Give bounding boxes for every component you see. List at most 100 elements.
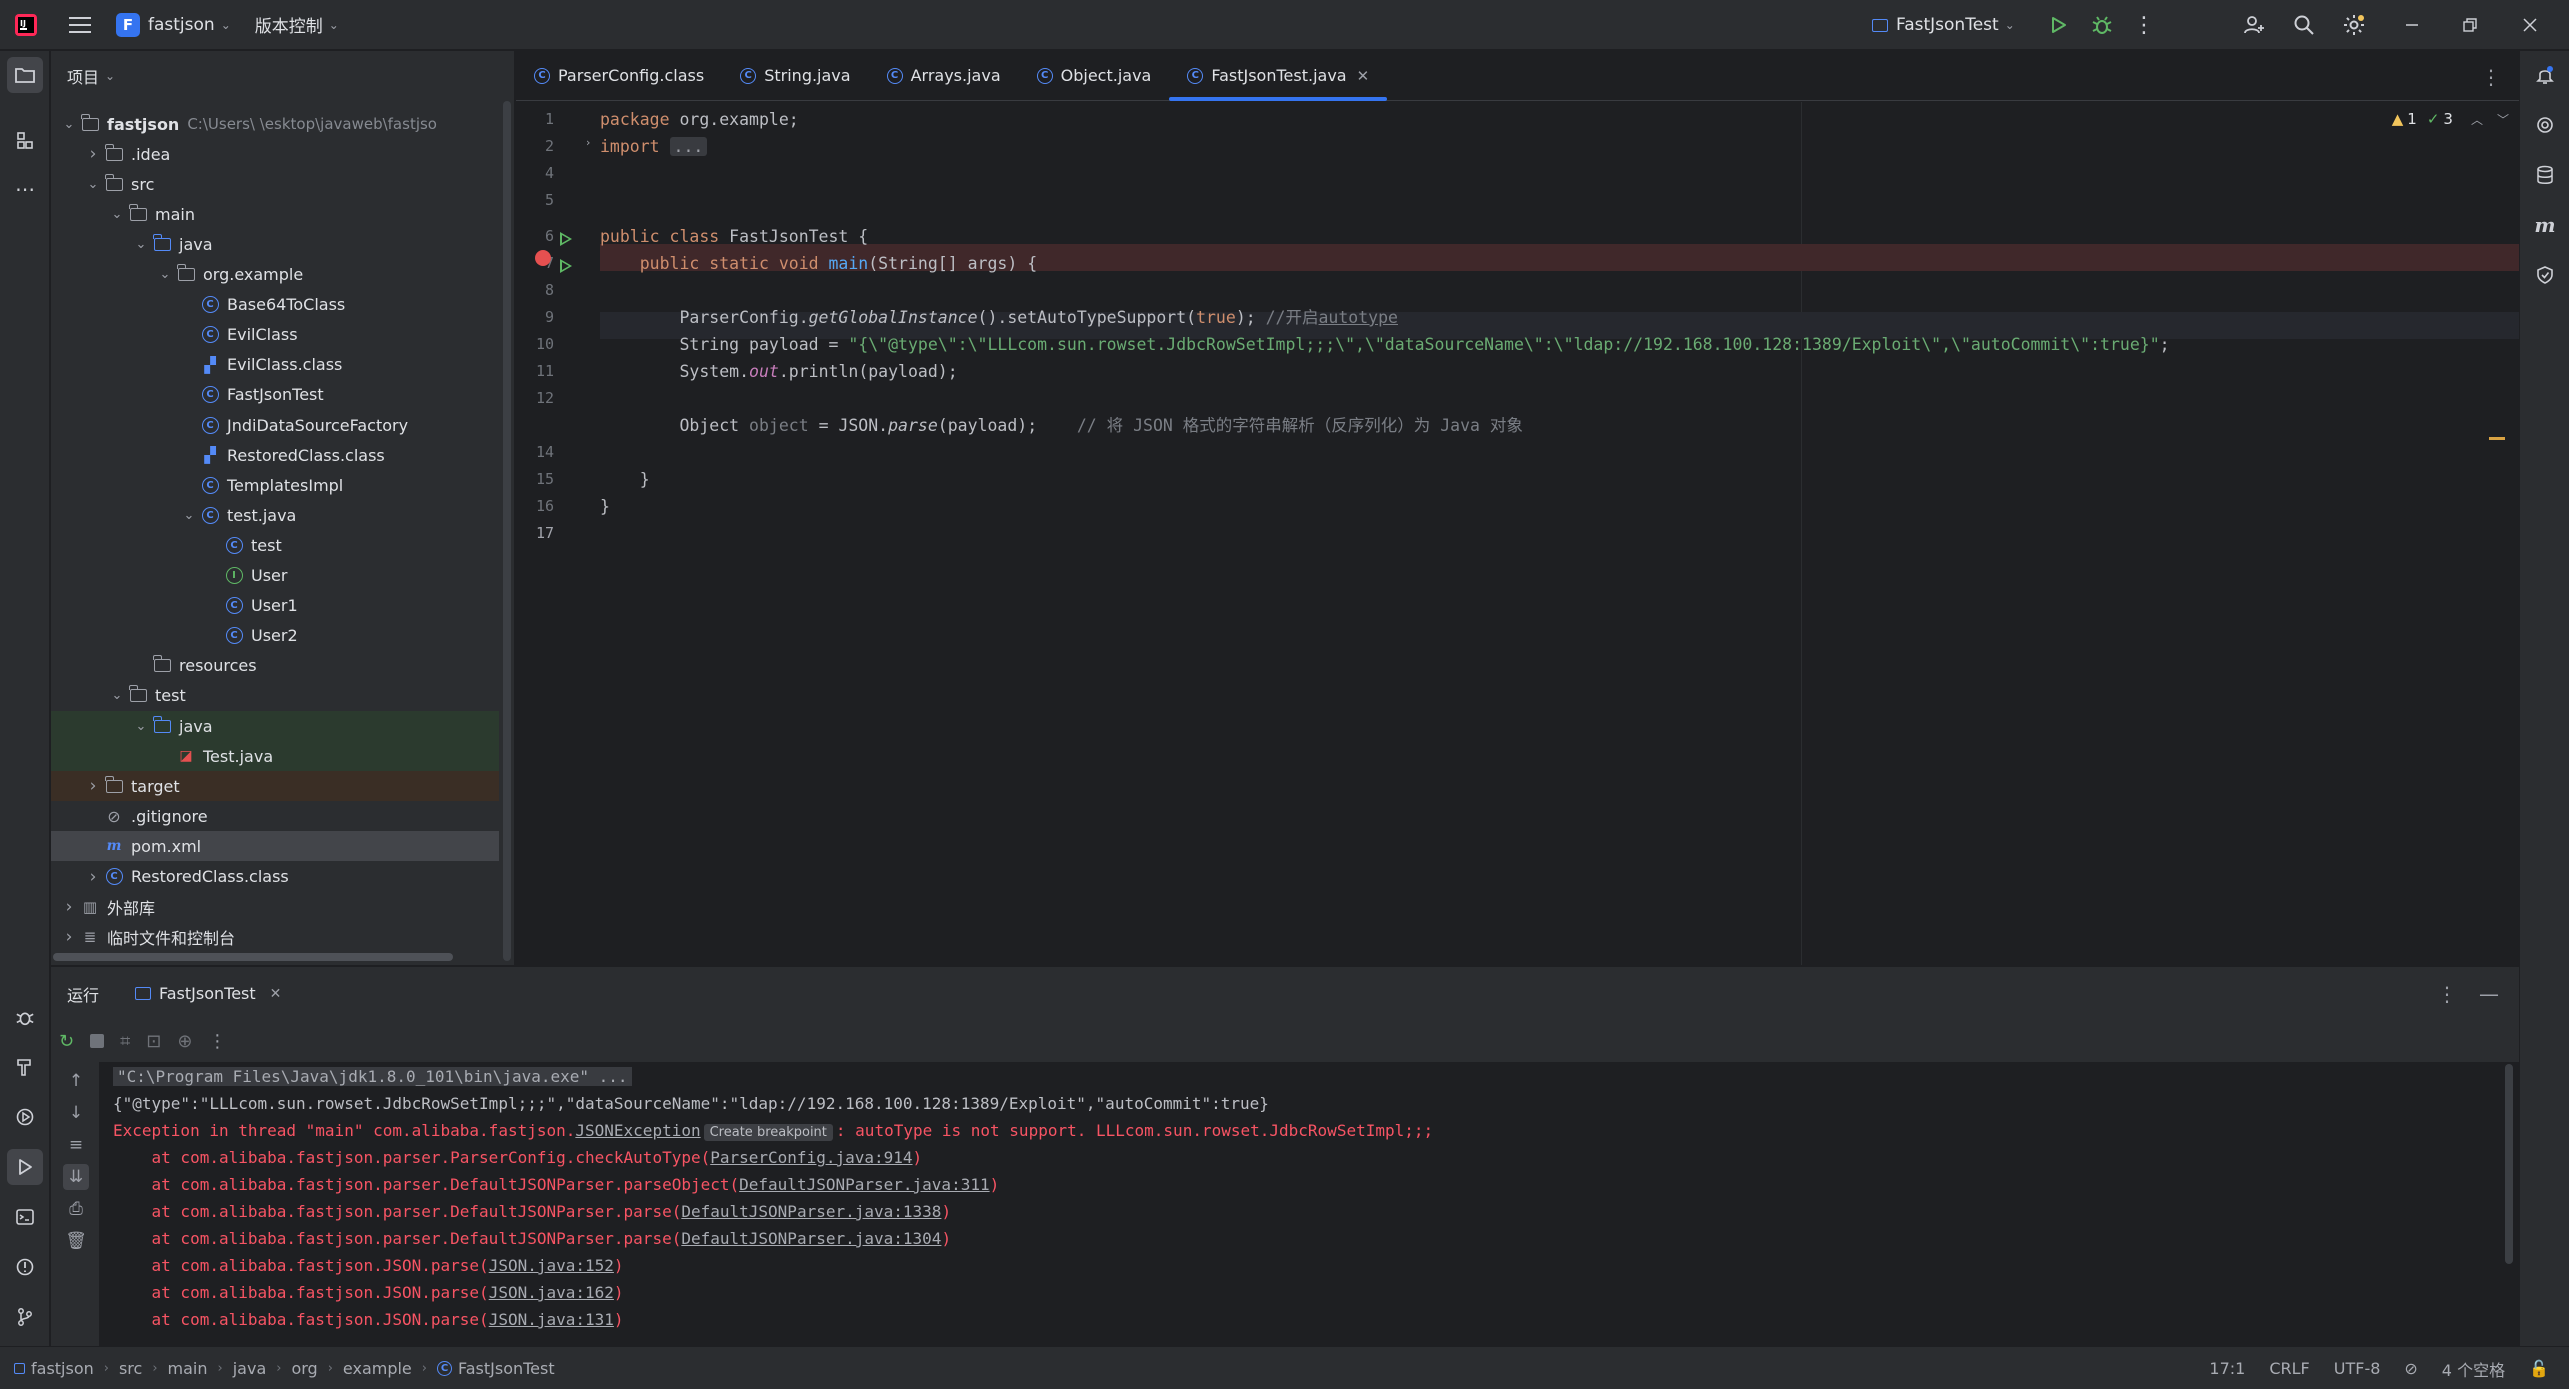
project-tool-icon[interactable] [7,57,43,93]
tree-item-user1[interactable]: C User1 [51,591,499,621]
chevron-right-icon[interactable]: › [83,144,103,164]
breakpoint-icon[interactable] [535,250,551,266]
prev-highlight-icon[interactable]: ︿ [2471,111,2483,128]
project-switcher[interactable]: F fastjson ⌄ [116,12,231,37]
chevron-down-icon[interactable]: ⌄ [155,267,175,282]
database-icon[interactable] [2527,157,2563,193]
stop-icon[interactable] [90,1034,105,1048]
folded-imports[interactable]: ... [669,137,708,156]
tree-item-外部库[interactable]: › ▥ 外部库 [51,892,499,922]
security-shield-icon[interactable] [2527,257,2563,293]
breadcrumb-item[interactable]: example [343,1359,412,1378]
tree-item-target[interactable]: › target [51,771,499,802]
run-options-icon[interactable]: ⋮ [2437,982,2457,1006]
tree-item-base64toclass[interactable]: C Base64ToClass [51,290,499,320]
create-breakpoint-tooltip[interactable]: Create breakpoint [703,1124,833,1141]
tree-item--idea[interactable]: › .idea [51,139,499,169]
run-button[interactable] [2040,7,2076,43]
tree-item-restoredclass-class[interactable]: › C RestoredClass.class [51,862,499,892]
chevron-down-icon[interactable]: ⌄ [131,237,151,252]
inspection-widget[interactable]: ▲ 1 ✓ 3 ︿ ﹀ [2392,110,2509,128]
restore-window-icon[interactable] [2452,7,2488,43]
chevron-down-icon[interactable]: ⌄ [107,207,127,222]
tree-item-resources[interactable]: resources [51,651,499,681]
close-icon[interactable]: ✕ [1357,67,1370,85]
tree-item-evilclass-class[interactable]: ▞ EvilClass.class [51,350,499,380]
chevron-right-icon[interactable]: › [59,927,79,947]
chevron-right-icon[interactable]: › [83,776,103,796]
notifications-bell-icon[interactable] [2527,57,2563,93]
restore-layout-icon[interactable]: ⊡ [146,1031,161,1052]
chevron-down-icon[interactable]: ⌄ [59,117,79,132]
indent-setting[interactable]: 4 个空格 [2442,1357,2505,1381]
tree-item-fastjson[interactable]: ⌄ fastjson C:\Users\ \esktop\javaweb\fastj… [51,109,499,139]
tab-object-java[interactable]: C Object.java [1019,51,1170,101]
tree-item-evilclass[interactable]: C EvilClass [51,320,499,350]
line-number[interactable]: 10 [516,335,554,353]
stack-source-link[interactable]: DefaultJSONParser.java:1304 [681,1229,941,1248]
line-number[interactable]: 6 [516,227,554,245]
tree-item-临时文件和控制台[interactable]: › ≣ 临时文件和控制台 [51,922,499,952]
tree-item-pom-xml[interactable]: m pom.xml [51,831,499,862]
readonly-lock-icon[interactable]: 🔓 [2529,1359,2549,1378]
close-icon[interactable]: ✕ [270,986,282,1002]
chevron-right-icon[interactable]: › [83,867,103,887]
more-actions-icon[interactable]: ⋮ [2126,7,2162,43]
breadcrumb-item[interactable]: org [291,1359,317,1378]
soft-wrap-icon[interactable]: ≡ [63,1132,89,1158]
debug-button[interactable] [2084,7,2120,43]
run-toolbar-more-icon[interactable]: ⋮ [208,1031,226,1052]
tab-fastjsontest-java[interactable]: C FastJsonTest.java ✕ [1169,51,1388,101]
maven-icon[interactable]: m [2527,207,2563,243]
tree-item-java[interactable]: ⌄ java [51,229,499,259]
no-highlighting-icon[interactable]: ⊘ [2404,1359,2417,1378]
chevron-right-icon[interactable]: › [59,897,79,917]
file-encoding[interactable]: UTF-8 [2334,1359,2381,1378]
attach-debugger-icon[interactable]: ⊕ [177,1031,192,1052]
scroll-up-icon[interactable]: ↑ [63,1068,89,1094]
close-window-icon[interactable] [2512,7,2548,43]
line-separator[interactable]: CRLF [2269,1359,2309,1378]
breadcrumb-item[interactable]: src [119,1359,142,1378]
terminal-tool-icon[interactable] [7,1199,43,1235]
line-number[interactable]: 17 [516,524,554,542]
settings-gear-icon[interactable] [2336,7,2372,43]
console-output[interactable]: "C:\Program Files\Java\jdk1.8.0_101\bin\… [99,1062,2519,1346]
tree-item-test[interactable]: Ctest [51,530,499,560]
exception-class-link[interactable]: JSONException [575,1121,700,1140]
run-config-selector[interactable]: FastJsonTest ⌄ [1872,0,2015,50]
ai-assistant-icon[interactable] [2527,107,2563,143]
tree-item-main[interactable]: ⌄ main [51,199,499,229]
line-number[interactable]: 9 [516,308,554,326]
run-tool-icon[interactable] [7,1149,43,1185]
chevron-down-icon[interactable]: ⌄ [131,719,151,734]
caret-position[interactable]: 17:1 [2209,1359,2245,1378]
run-tab-fastjsontest[interactable]: FastJsonTest ✕ [135,967,281,1021]
more-tabs-icon[interactable]: ⋮ [2481,65,2501,89]
tree-item-restoredclass-class[interactable]: ▞ RestoredClass.class [51,440,499,470]
console-command-text[interactable]: "C:\Program Files\Java\jdk1.8.0_101\bin\… [113,1067,632,1086]
stack-source-link[interactable]: DefaultJSONParser.java:1338 [681,1202,941,1221]
tree-item-fastjsontest[interactable]: C FastJsonTest [51,380,499,410]
build-tool-icon[interactable] [7,1049,43,1085]
line-number[interactable]: 16 [516,497,554,515]
vcs-menu[interactable]: 版本控制 ⌄ [255,12,339,37]
line-number[interactable]: 1 [516,110,554,128]
chevron-down-icon[interactable]: ⌄ [107,688,127,703]
stack-source-link[interactable]: JSON.java:162 [489,1283,614,1302]
tree-item-user2[interactable]: C User2 [51,621,499,651]
problems-tool-icon[interactable] [7,1249,43,1285]
main-menu-icon[interactable] [62,7,98,43]
structure-tool-icon[interactable] [7,123,43,159]
editor-gutter[interactable]: 1 2 4 5 6 7 8 9 10 11 12 14 15 16 17 [516,102,600,965]
line-number[interactable]: 2 [516,137,554,155]
line-number[interactable]: 15 [516,470,554,488]
clear-console-trash-icon[interactable]: 🗑 [63,1228,89,1254]
scroll-down-icon[interactable]: ↓ [63,1100,89,1126]
stack-source-link[interactable]: ParserConfig.java:914 [710,1148,912,1167]
line-number[interactable]: 4 [516,164,554,182]
breadcrumb-item[interactable]: java [233,1359,267,1378]
more-tools-icon[interactable]: ⋯ [7,171,43,207]
console-vertical-scrollbar[interactable] [2505,1064,2513,1264]
print-icon[interactable]: ⎙ [63,1196,89,1222]
